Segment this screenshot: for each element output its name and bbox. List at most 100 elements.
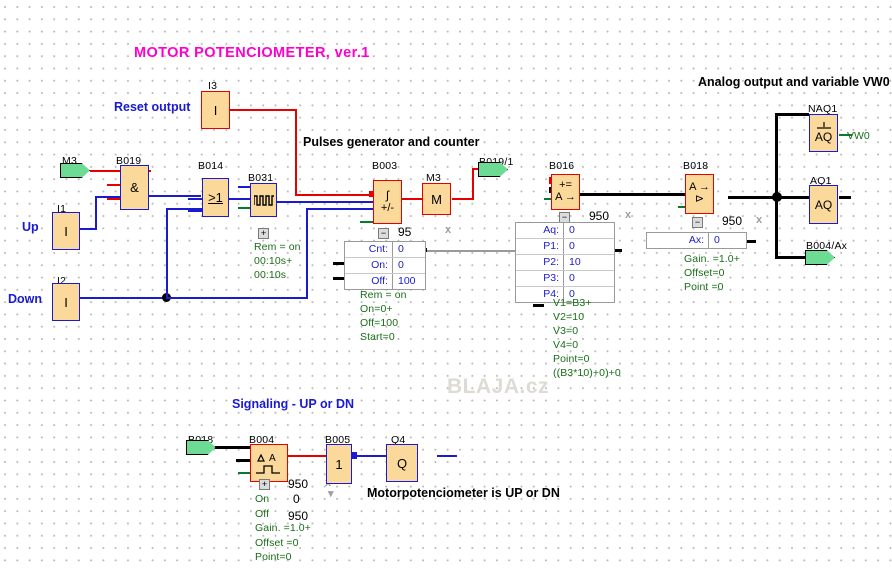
table-row: Cnt: 0 (345, 242, 425, 258)
wire-m3-up (472, 168, 474, 200)
table-row: Aq: 0 (516, 223, 614, 239)
wire-i2-out (79, 297, 167, 299)
block-i3[interactable]: I (201, 91, 230, 129)
wire-b019-in3 (107, 198, 121, 200)
stub-b003-tbl-1 (333, 262, 344, 265)
block-label-b018: B018 (683, 160, 709, 172)
pulse-icon (253, 195, 274, 206)
collapse-box-b003[interactable]: − (378, 228, 389, 239)
block-symbol-b003-bottom: +/- (380, 202, 395, 215)
value-b004: 950 (288, 477, 309, 491)
port-m3-in[interactable] (60, 163, 90, 178)
param-value[interactable]: 0 (564, 223, 614, 238)
param-key: P2: (516, 255, 564, 270)
param-value[interactable]: 0 (393, 258, 425, 273)
block-b004[interactable]: A (250, 444, 288, 482)
table-row: P2: 10 (516, 255, 614, 271)
block-symbol-b019: & (130, 180, 139, 195)
wire-b019-in2 (107, 184, 121, 186)
table-row: Off: 100 (345, 274, 425, 289)
block-b019[interactable]: & (120, 165, 149, 210)
note-b016-0: V1=B3+ (553, 297, 592, 309)
value-b016: 950 (589, 209, 610, 223)
expand-box-b031[interactable]: + (258, 228, 269, 239)
block-b005[interactable]: 1 (326, 444, 352, 484)
block-b014[interactable]: >1 (202, 178, 229, 217)
wire-m3-out-right (452, 198, 474, 200)
block-symbol-i1: I (64, 223, 68, 239)
block-i2[interactable]: I (52, 283, 80, 321)
block-b016[interactable]: += A → (551, 174, 580, 210)
wire-q4-out (437, 455, 457, 457)
wire-bus-down (775, 196, 778, 258)
block-q4[interactable]: Q (386, 444, 418, 482)
block-b018[interactable]: A → ⊳ (685, 174, 714, 214)
block-m3[interactable]: M (422, 183, 451, 215)
wire-b014-out (228, 198, 250, 200)
block-symbol-b003-top: ʃ (386, 188, 389, 203)
label-vw0: VW0 (847, 130, 870, 142)
block-aq1[interactable]: AQ (809, 185, 838, 224)
wire-bus-up (775, 113, 778, 197)
collapse-box-b018[interactable]: − (692, 217, 703, 228)
comment-up: Up (22, 220, 39, 234)
value-b004-off: 950 (288, 509, 309, 523)
block-symbol-b016-bottom: A → (555, 191, 576, 203)
x-marker-b018: x (756, 214, 763, 226)
param-value[interactable]: 0 (709, 233, 746, 248)
wire-aq1-out (839, 196, 851, 199)
block-label-b003: B003 (372, 160, 398, 172)
block-symbol-q4: Q (396, 455, 408, 471)
note-b003-2: Off=100 (360, 317, 399, 329)
diagram-title: MOTOR POTENCIOMETER, ver.1 (134, 45, 370, 61)
wire-m3-out (90, 170, 116, 172)
wire-i2-to-b014 (166, 208, 204, 210)
param-key: Off: (345, 274, 393, 289)
wire-i2-branch-up (306, 208, 308, 299)
wire-i2-up (166, 208, 168, 299)
svg-text:A: A (269, 453, 276, 464)
stub-b016-tbl-3 (533, 304, 544, 307)
block-naq1[interactable]: AQ (809, 114, 838, 152)
wire-b004-to-b005 (288, 455, 326, 457)
note-b004-1: Offset =0 (255, 537, 299, 549)
param-value[interactable]: 10 (564, 255, 614, 270)
param-key: P3: (516, 271, 564, 286)
wire-bus-to-b004ax (775, 256, 806, 259)
x-marker-b016: x (625, 209, 632, 221)
table-row: Ax: 0 (647, 233, 746, 248)
param-value[interactable]: 0 (564, 239, 614, 254)
param-table-b003[interactable]: Cnt: 0 On: 0 Off: 100 (344, 241, 426, 290)
wire-b014-in2 (188, 198, 202, 200)
port-b004-ax[interactable] (805, 250, 835, 265)
wire-b019-out (149, 195, 201, 197)
wire-b014-in3 (188, 210, 202, 212)
wire-i2-branch-to-b003 (306, 208, 374, 210)
param-table-b016[interactable]: Aq: 0 P1: 0 P2: 10 P3: 0 P4: 0 (515, 222, 615, 303)
param-value[interactable]: 100 (393, 274, 425, 289)
expand-box-b004[interactable]: + (259, 479, 270, 490)
block-i1[interactable]: I (52, 212, 80, 250)
wire-i1-up (95, 196, 97, 230)
comment-reset-output: Reset output (114, 100, 191, 114)
param-key: P1: (516, 239, 564, 254)
wire-b031-out (277, 201, 374, 203)
watermark: BLAJA.cz (447, 375, 550, 398)
block-b031[interactable] (250, 183, 277, 217)
param-value[interactable]: 0 (564, 271, 614, 286)
note-b016-1: V2=10 (553, 311, 585, 323)
note-b016-4: Point=0 (553, 353, 590, 365)
table-row: On: 0 (345, 258, 425, 274)
note-b031-1: 00:10s+ (254, 255, 293, 267)
fbd-diagram-canvas[interactable]: MOTOR POTENCIOMETER, ver.1 Reset output … (0, 0, 892, 570)
param-value[interactable]: 0 (393, 242, 425, 257)
block-label-b014: B014 (198, 160, 224, 172)
wire-i3-to-b003 (295, 194, 373, 196)
param-key: Cnt: (345, 242, 393, 257)
comment-motorpot: Motorpotenciometer is UP or DN (367, 486, 560, 500)
param-table-b018[interactable]: Ax: 0 (646, 232, 747, 249)
green-stub-b003 (360, 221, 374, 223)
block-b003[interactable]: ʃ +/- (373, 180, 402, 224)
value-b004-on: 0 (293, 492, 300, 506)
note-b018-0: Gain. =1.0+ (684, 253, 740, 265)
